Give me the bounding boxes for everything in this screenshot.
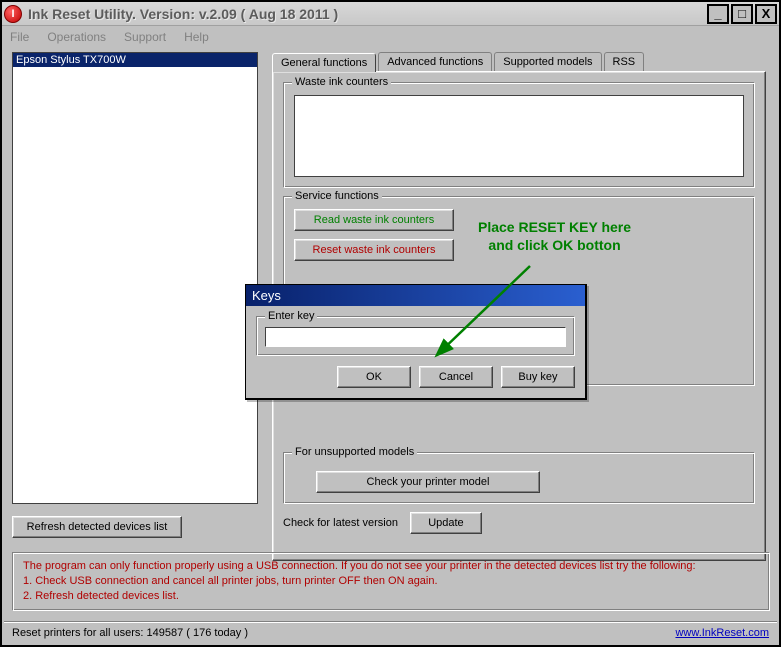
annotation-line-1: Place RESET KEY here: [478, 218, 631, 236]
group-title-unsupported: For unsupported models: [292, 446, 417, 458]
maximize-button[interactable]: □: [731, 4, 753, 24]
status-link[interactable]: www.InkReset.com: [675, 627, 769, 639]
group-title-waste: Waste ink counters: [292, 76, 391, 88]
info-line-2: 1. Check USB connection and cancel all p…: [23, 574, 759, 589]
reset-waste-button[interactable]: Reset waste ink counters: [294, 239, 454, 261]
device-list[interactable]: Epson Stylus TX700W: [12, 52, 258, 504]
tab-advanced[interactable]: Advanced functions: [378, 52, 492, 71]
left-panel: Epson Stylus TX700W Refresh detected dev…: [12, 52, 258, 538]
tab-rss[interactable]: RSS: [604, 52, 645, 71]
group-waste-counters: Waste ink counters: [283, 82, 755, 188]
info-box: The program can only function properly u…: [12, 552, 770, 611]
info-line-1: The program can only function properly u…: [23, 559, 759, 574]
dialog-body: Enter key OK Cancel Buy key: [246, 306, 585, 398]
group-title-service: Service functions: [292, 190, 382, 202]
key-input[interactable]: [265, 327, 566, 347]
status-text: Reset printers for all users: 149587 ( 1…: [12, 627, 248, 639]
cancel-button[interactable]: Cancel: [419, 366, 493, 388]
device-item[interactable]: Epson Stylus TX700W: [13, 53, 257, 67]
tab-general[interactable]: General functions: [272, 53, 376, 72]
group-unsupported: For unsupported models Check your printe…: [283, 452, 755, 504]
annotation-line-2: and click OK botton: [478, 236, 631, 254]
app-window: I Ink Reset Utility. Version: v.2.09 ( A…: [0, 0, 781, 647]
menu-help[interactable]: Help: [184, 30, 209, 44]
check-version-row: Check for latest version Update: [283, 512, 755, 534]
annotation-text: Place RESET KEY here and click OK botton: [478, 218, 631, 254]
info-line-3: 2. Refresh detected devices list.: [23, 589, 759, 604]
waste-counters-box: [294, 95, 744, 177]
menu-file[interactable]: File: [10, 30, 29, 44]
check-version-label: Check for latest version: [283, 517, 398, 529]
menubar: File Operations Support Help: [2, 26, 779, 48]
titlebar: I Ink Reset Utility. Version: v.2.09 ( A…: [2, 2, 779, 26]
buy-key-button[interactable]: Buy key: [501, 366, 575, 388]
menu-operations[interactable]: Operations: [47, 30, 106, 44]
dialog-buttons: OK Cancel Buy key: [256, 366, 575, 388]
enter-key-group: Enter key: [256, 316, 575, 356]
app-icon: I: [4, 5, 22, 23]
refresh-devices-button[interactable]: Refresh detected devices list: [12, 516, 182, 538]
keys-dialog: Keys Enter key OK Cancel Buy key: [245, 284, 587, 400]
ok-button[interactable]: OK: [337, 366, 411, 388]
update-button[interactable]: Update: [410, 512, 482, 534]
tab-row: General functions Advanced functions Sup…: [272, 52, 766, 71]
dialog-title: Keys: [246, 285, 585, 306]
enter-key-label: Enter key: [265, 310, 317, 322]
window-title: Ink Reset Utility. Version: v.2.09 ( Aug…: [28, 6, 707, 22]
minimize-button[interactable]: _: [707, 4, 729, 24]
close-button[interactable]: X: [755, 4, 777, 24]
read-waste-button[interactable]: Read waste ink counters: [294, 209, 454, 231]
menu-support[interactable]: Support: [124, 30, 166, 44]
status-bar: Reset printers for all users: 149587 ( 1…: [4, 621, 777, 643]
check-model-button[interactable]: Check your printer model: [316, 471, 540, 493]
tab-supported[interactable]: Supported models: [494, 52, 601, 71]
